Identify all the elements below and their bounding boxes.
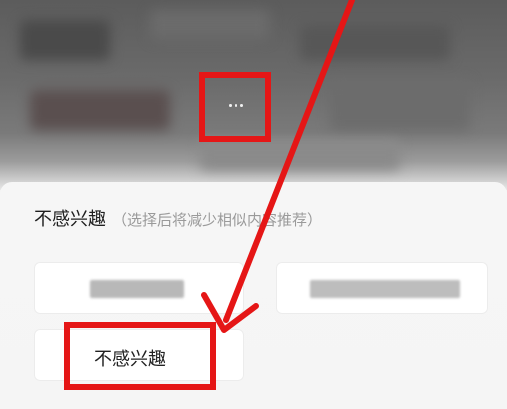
arrow-shaft [223,0,355,323]
red-arrow-annotation [201,0,355,333]
